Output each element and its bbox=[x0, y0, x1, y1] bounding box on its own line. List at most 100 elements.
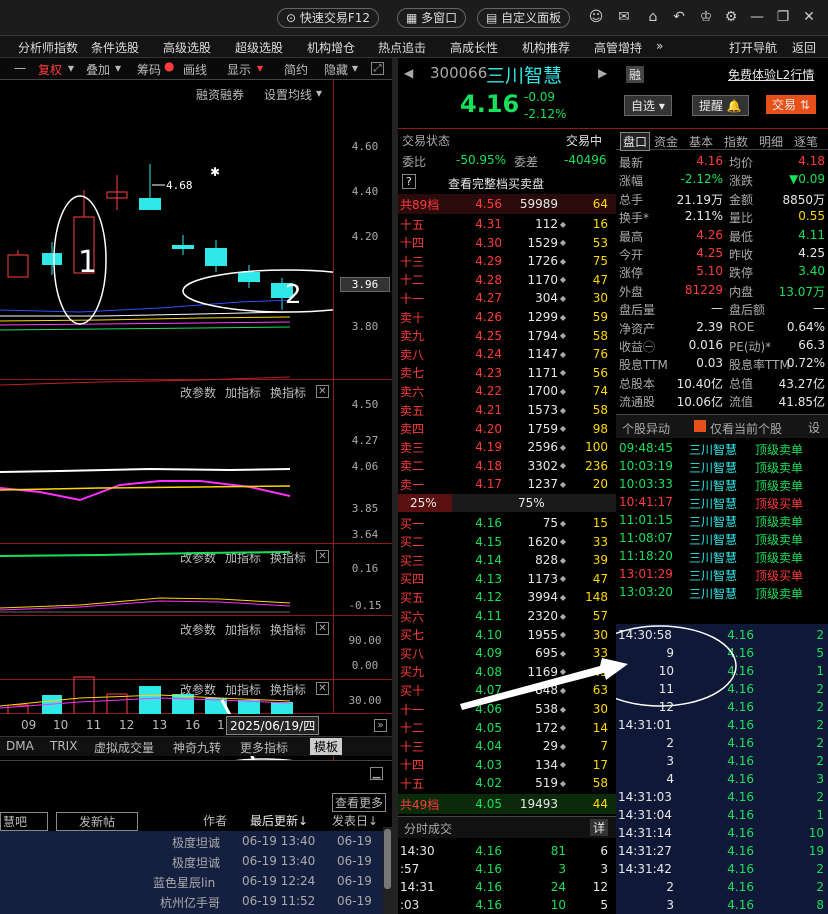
open-nav-button[interactable]: 打开导航 bbox=[729, 39, 777, 56]
bid-row[interactable]: 买三 4.14 828 ◆ 39 bbox=[400, 551, 614, 569]
fuquan-button[interactable]: 复权 bbox=[38, 61, 62, 78]
new-post-button[interactable]: 发新帖 bbox=[56, 812, 139, 831]
menu-item[interactable]: 高成长性 bbox=[450, 39, 498, 56]
list-item[interactable]: 极度坦诚 bbox=[172, 854, 220, 871]
anomaly-row[interactable]: 10:41:17 三川智慧 顶级买单 bbox=[619, 495, 825, 512]
only-current-checkbox[interactable] bbox=[694, 420, 706, 432]
tab-detail[interactable]: 明细 bbox=[759, 133, 783, 150]
detail-button[interactable]: 详 bbox=[590, 819, 609, 836]
ask-row[interactable]: 卖九 4.25 1794 ◆ 58 bbox=[400, 327, 614, 345]
list-item[interactable]: 杭州亿手哥 bbox=[160, 894, 220, 911]
tab-magic-nine[interactable]: 神奇九转 bbox=[173, 739, 221, 756]
anomaly-row[interactable]: 13:01:29 三川智慧 顶级买单 bbox=[619, 567, 825, 584]
bid-row[interactable]: 买四 4.13 1173 ◆ 47 bbox=[400, 570, 614, 588]
bid-row[interactable]: 十二 4.05 172 ◆ 14 bbox=[400, 719, 614, 737]
l2-trial-link[interactable]: 免费体验L2行情 bbox=[728, 66, 814, 83]
jianyue-button[interactable]: 简约 bbox=[284, 61, 308, 78]
ask-row[interactable]: 卖三 4.19 2596 ◆ 100 bbox=[400, 438, 614, 456]
menu-item[interactable]: 热点追击 bbox=[378, 39, 426, 56]
ask-row[interactable]: 卖六 4.22 1700 ◆ 74 bbox=[400, 382, 614, 400]
settings-icon[interactable]: ⚙ bbox=[722, 8, 740, 26]
anomaly-row[interactable]: 11:18:20 三川智慧 顶级卖单 bbox=[619, 549, 825, 566]
trade-button[interactable]: 交易 ⇅ bbox=[766, 95, 816, 114]
list-item[interactable]: 极度坦诚 bbox=[172, 834, 220, 851]
ask-row[interactable]: 卖一 4.17 1237 ◆ 20 bbox=[400, 475, 614, 493]
help-icon[interactable]: ? bbox=[402, 174, 416, 189]
anomaly-row[interactable]: 10:03:33 三川智慧 顶级卖单 bbox=[619, 477, 825, 494]
anomaly-row[interactable]: 11:01:15 三川智慧 顶级卖单 bbox=[619, 513, 825, 530]
ask-row[interactable]: 卖十 4.26 1299 ◆ 59 bbox=[400, 308, 614, 326]
prev-stock-icon[interactable]: ◀ bbox=[404, 66, 413, 80]
forum-tab[interactable]: 慧吧 bbox=[0, 812, 49, 831]
ask-row[interactable]: 十一 4.27 304 ◆ 30 bbox=[400, 289, 614, 307]
anomaly-row[interactable]: 10:03:19 三川智慧 顶级卖单 bbox=[619, 459, 825, 476]
ask-row[interactable]: 十二 4.28 1170 ◆ 47 bbox=[400, 271, 614, 289]
ask-row[interactable]: 卖八 4.24 1147 ◆ 76 bbox=[400, 345, 614, 363]
multi-window-button[interactable]: ▦ 多窗口 bbox=[397, 8, 467, 28]
close-icon[interactable]: ✕ bbox=[800, 8, 818, 26]
bid-row[interactable]: 十四 4.03 134 ◆ 17 bbox=[400, 756, 614, 774]
fullscreen-icon[interactable]: ⤢ bbox=[371, 62, 384, 75]
user-icon[interactable]: ☺ bbox=[587, 8, 605, 26]
kline-chart-area[interactable]: — 复权 ▾ 叠加 ▾ 筹码 ● 画线 显示 ▾ 简约 隐藏 ▾ ⤢ 融资融券 设置均线 ▾… bbox=[0, 58, 392, 914]
scrollbar[interactable] bbox=[383, 827, 392, 914]
col-posted[interactable]: 发表日↓ bbox=[332, 812, 378, 829]
mail-icon[interactable]: ✉ bbox=[615, 8, 633, 26]
menu-more[interactable]: » bbox=[656, 39, 663, 53]
bid-row[interactable]: 买六 4.11 2320 ◆ 57 bbox=[400, 607, 614, 625]
ask-row[interactable]: 卖五 4.21 1573 ◆ 58 bbox=[400, 401, 614, 419]
minimize-icon[interactable]: ▁ bbox=[370, 767, 383, 780]
huaxian-button[interactable]: 画线 bbox=[183, 61, 207, 78]
diejia-button[interactable]: 叠加 bbox=[86, 61, 110, 78]
col-updated[interactable]: 最后更新↓ bbox=[250, 812, 308, 829]
bid-row[interactable]: 十五 4.02 519 ◆ 58 bbox=[400, 774, 614, 792]
full-book-link[interactable]: 查看完整档买卖盘 bbox=[448, 175, 544, 192]
back-icon[interactable]: ↶ bbox=[670, 8, 688, 26]
anomaly-row[interactable]: 13:03:20 三川智慧 顶级卖单 bbox=[619, 585, 825, 602]
custom-panel-button[interactable]: ▤ 自定义面板 bbox=[477, 8, 571, 28]
ask-row[interactable]: 卖四 4.20 1759 ◆ 98 bbox=[400, 420, 614, 438]
chouma-button[interactable]: 筹码 bbox=[137, 61, 161, 78]
menu-item[interactable]: 条件选股 bbox=[91, 39, 139, 56]
anomaly-row[interactable]: 09:48:45 三川智慧 顶级卖单 bbox=[619, 441, 825, 458]
ask-row[interactable]: 十四 4.30 1529 ◆ 53 bbox=[400, 234, 614, 252]
restore-icon[interactable]: ❐ bbox=[774, 8, 792, 26]
ask-row[interactable]: 十五 4.31 112 ◆ 16 bbox=[400, 215, 614, 233]
tab-basic[interactable]: 基本 bbox=[689, 133, 713, 150]
ask-row[interactable]: 十三 4.29 1726 ◆ 75 bbox=[400, 252, 614, 270]
tab-trix[interactable]: TRIX bbox=[50, 739, 77, 753]
bid-row[interactable]: 买一 4.16 75 ◆ 15 bbox=[400, 514, 614, 532]
menu-item[interactable]: 高级选股 bbox=[163, 39, 211, 56]
ask-row[interactable]: 卖二 4.18 3302 ◆ 236 bbox=[400, 457, 614, 475]
tab-pankou[interactable]: 盘口 bbox=[620, 132, 651, 151]
tab-more-indicators[interactable]: 更多指标 bbox=[240, 739, 288, 756]
skin-icon[interactable]: ♔ bbox=[697, 8, 715, 26]
yincang-button[interactable]: 隐藏 bbox=[324, 61, 348, 78]
tab-index[interactable]: 指数 bbox=[724, 133, 748, 150]
tab-tick-by-tick[interactable]: 逐笔 bbox=[794, 133, 818, 150]
bid-row[interactable]: 十三 4.04 29 ◆ 7 bbox=[400, 737, 614, 755]
list-item[interactable]: 蓝色星辰lin bbox=[153, 874, 215, 891]
tab-template[interactable]: 模板 bbox=[310, 738, 343, 755]
next-stock-icon[interactable]: ▶ bbox=[598, 66, 607, 80]
anomaly-row[interactable]: 11:08:07 三川智慧 顶级卖单 bbox=[619, 531, 825, 548]
scroll-right-icon[interactable]: » bbox=[374, 719, 387, 732]
menu-item[interactable]: 机构增仓 bbox=[307, 39, 355, 56]
ask-row[interactable]: 卖七 4.23 1171 ◆ 56 bbox=[400, 364, 614, 382]
quick-trade-button[interactable]: ⊙ 快速交易F12 bbox=[277, 8, 380, 28]
bid-row[interactable]: 买二 4.15 1620 ◆ 33 bbox=[400, 533, 614, 551]
xianshi-button[interactable]: 显示 bbox=[227, 61, 251, 78]
anomaly-settings-button[interactable]: 设 bbox=[808, 419, 820, 436]
menu-item[interactable]: 超级选股 bbox=[235, 39, 283, 56]
tab-dma[interactable]: DMA bbox=[6, 739, 34, 753]
zixuan-button[interactable]: 自选 ▾ bbox=[624, 95, 672, 116]
tab-virtual-volume[interactable]: 虚拟成交量 bbox=[94, 739, 154, 756]
back-button[interactable]: 返回 bbox=[792, 39, 816, 56]
menu-item[interactable]: 高管增持 bbox=[594, 39, 642, 56]
view-more-button[interactable]: 查看更多 bbox=[332, 793, 387, 812]
minimize-icon[interactable]: — bbox=[748, 8, 766, 26]
bid-row[interactable]: 买五 4.12 3994 ◆ 148 bbox=[400, 588, 614, 606]
menu-item[interactable]: 机构推荐 bbox=[522, 39, 570, 56]
alert-button[interactable]: 提醒 🔔 bbox=[692, 95, 749, 116]
home-icon[interactable]: ⌂ bbox=[644, 8, 662, 26]
